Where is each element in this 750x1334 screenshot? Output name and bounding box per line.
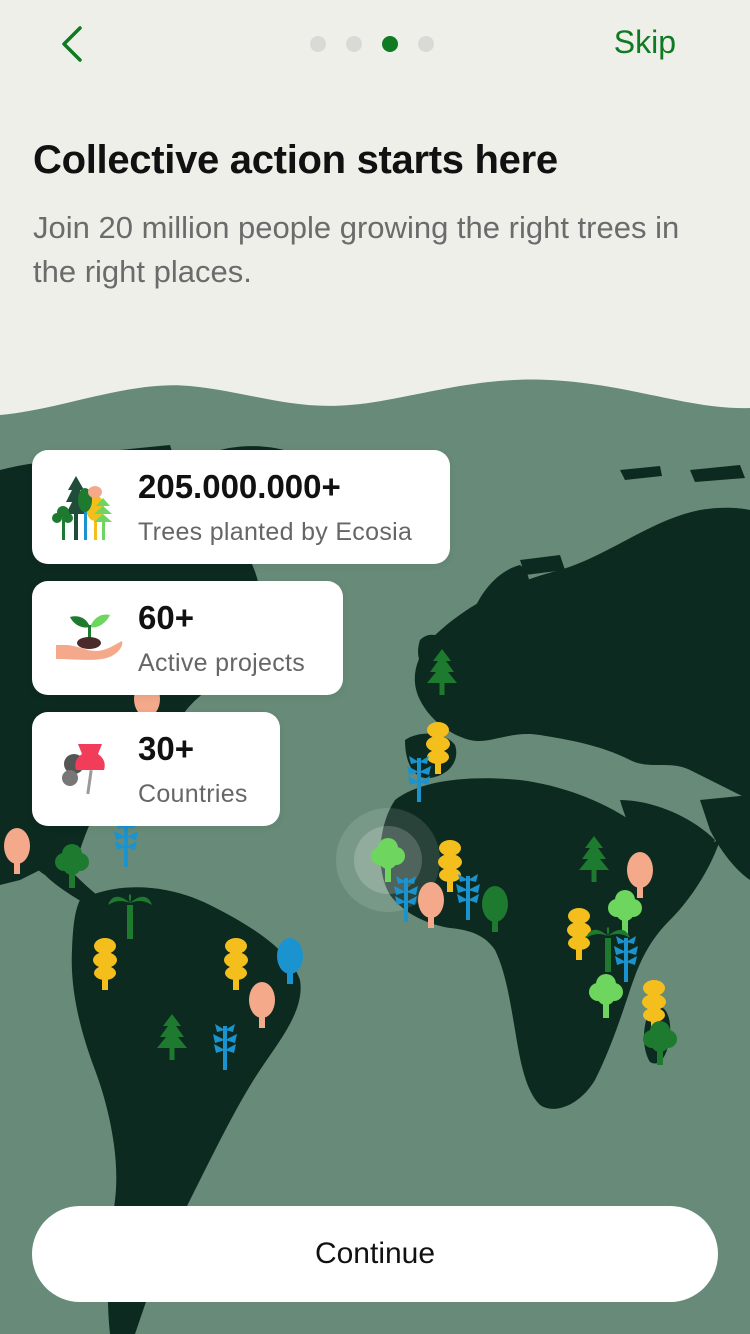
stat-card-trees: 205.000.000+ Trees planted by Ecosia [32, 450, 450, 564]
stat-card-countries: 30+ Countries [32, 712, 280, 826]
page-indicator [310, 36, 434, 52]
back-button[interactable] [52, 22, 92, 66]
page-dot-active [382, 36, 398, 52]
page-dot [310, 36, 326, 52]
stat-card-projects: 60+ Active projects [32, 581, 343, 695]
seedling-hand-icon [56, 614, 123, 660]
continue-button[interactable]: Continue [32, 1206, 718, 1302]
stat-label: Trees planted by Ecosia [138, 518, 413, 546]
chevron-left-icon [62, 26, 82, 62]
page-dot [418, 36, 434, 52]
stat-value: 30+ [138, 730, 194, 767]
skip-button[interactable]: Skip [614, 24, 676, 61]
pushpin-icon [62, 744, 105, 795]
top-bar: Skip [0, 0, 750, 90]
page-subtitle: Join 20 million people growing the right… [33, 210, 680, 289]
stat-label: Countries [138, 780, 248, 808]
page-dot [346, 36, 362, 52]
trees-icon [52, 476, 112, 540]
page-title: Collective action starts here [33, 138, 558, 182]
stat-value: 205.000.000+ [138, 468, 341, 505]
stat-label: Active projects [138, 649, 306, 677]
stat-value: 60+ [138, 599, 194, 636]
